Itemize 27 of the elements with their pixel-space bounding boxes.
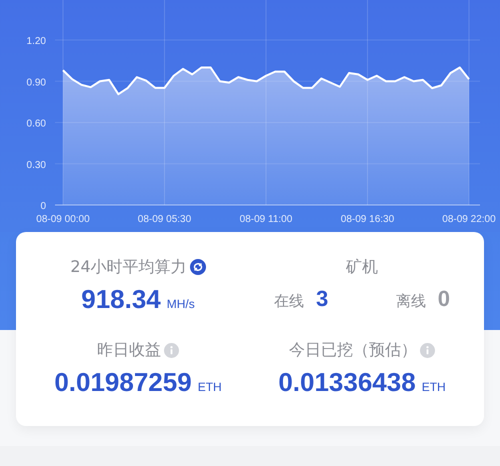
x-tick-label: 08-09 16:30 bbox=[340, 214, 394, 225]
stat-label: 今日已挖（预估） bbox=[289, 340, 417, 360]
x-tick-label: 08-09 22:00 bbox=[442, 214, 496, 225]
status-label: 离线 bbox=[396, 292, 426, 311]
unit-label: ETH bbox=[422, 380, 446, 394]
stat-label: 矿机 bbox=[346, 256, 378, 278]
stat-label: 昨日收益 bbox=[97, 340, 161, 360]
unit-label: MH/s bbox=[166, 297, 195, 311]
stat-value: 0.01336438 bbox=[278, 367, 416, 398]
stat-label: 24小时平均算力 bbox=[70, 256, 187, 278]
miner-count: 0 bbox=[438, 286, 450, 312]
x-tick-label: 08-09 11:00 bbox=[240, 214, 292, 225]
unit-label: ETH bbox=[198, 380, 222, 394]
y-tick-label: 0.30 bbox=[26, 160, 46, 171]
y-tick-label: 0.60 bbox=[26, 118, 46, 130]
status-label: 在线 bbox=[274, 292, 304, 311]
y-tick-label: 1.20 bbox=[26, 36, 46, 47]
stat-value: 918.34 bbox=[81, 284, 161, 315]
x-tick-label: 08-09 00:00 bbox=[36, 214, 90, 225]
refresh-icon[interactable] bbox=[190, 259, 206, 275]
info-icon[interactable] bbox=[420, 342, 435, 358]
x-tick-label: 08-09 05:30 bbox=[138, 214, 192, 225]
y-tick-label: 0 bbox=[40, 201, 46, 212]
info-icon[interactable] bbox=[164, 342, 179, 358]
y-tick-label: 0.90 bbox=[26, 77, 46, 88]
stat-value: 0.01987259 bbox=[54, 367, 192, 398]
miner-count: 3 bbox=[316, 286, 328, 312]
